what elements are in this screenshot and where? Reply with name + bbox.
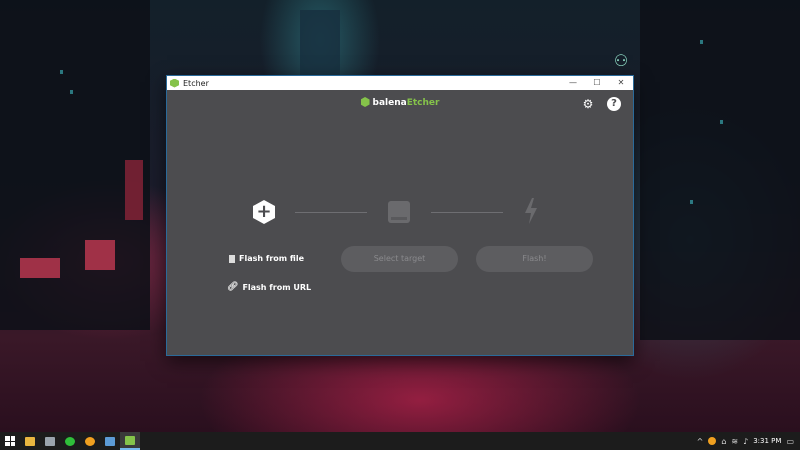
flash-from-url-label: Flash from URL <box>242 282 312 292</box>
title-bar: Etcher — ☐ ✕ <box>167 76 633 90</box>
flash-from-file-label: Flash from file <box>239 254 304 263</box>
folder-icon <box>25 436 35 446</box>
maximize-button[interactable]: ☐ <box>585 76 609 90</box>
taskbar-files[interactable] <box>100 432 120 450</box>
chevron-up-icon[interactable]: ^ <box>697 437 704 446</box>
close-button[interactable]: ✕ <box>609 76 633 90</box>
network-icon[interactable]: ⌂ <box>721 437 726 446</box>
add-source-icon[interactable]: + <box>253 200 275 224</box>
window-light <box>700 40 703 44</box>
flash-from-file-link[interactable]: Flash from file <box>229 254 304 263</box>
volume-icon[interactable]: ♪ <box>743 437 748 446</box>
flash-bolt-icon <box>525 198 537 224</box>
brand-part2: Etcher <box>406 98 440 108</box>
flash-button[interactable]: Flash! <box>476 246 593 272</box>
step-connector <box>295 212 367 213</box>
step-connector <box>431 212 503 213</box>
neon-sign <box>125 160 143 220</box>
select-target-button[interactable]: Select target <box>341 246 458 272</box>
computer-icon <box>45 436 55 446</box>
browser-icon <box>85 436 95 446</box>
system-tray: ^ ⌂ ≋ ♪ 3:31 PM ▭ <box>697 437 800 446</box>
etcher-app-icon <box>170 78 179 88</box>
taskbar-file-explorer[interactable] <box>20 432 40 450</box>
tray-app-icon[interactable] <box>708 437 717 445</box>
brand-part1: balena <box>372 98 407 108</box>
window-title: Etcher <box>183 78 209 88</box>
neon-sign <box>20 258 60 278</box>
taskbar-browser[interactable] <box>80 432 100 450</box>
window-light <box>720 120 723 124</box>
files-icon <box>105 436 115 446</box>
taskbar: ^ ⌂ ≋ ♪ 3:31 PM ▭ <box>0 432 800 450</box>
window-light <box>60 70 63 74</box>
drive-icon <box>388 201 410 223</box>
clock[interactable]: 3:31 PM <box>753 437 781 445</box>
settings-gear-icon[interactable]: ⚙ <box>581 97 595 111</box>
notifications-icon[interactable]: ▭ <box>786 437 794 446</box>
taskbar-messaging[interactable] <box>60 432 80 450</box>
main-content: balenaEtcher ⚙ ? + Flash from file 🔗︎ Fl… <box>167 90 633 355</box>
flash-from-url-link[interactable]: 🔗︎ Flash from URL <box>227 282 311 292</box>
building <box>300 10 340 80</box>
brand-logo: balenaEtcher <box>167 97 633 108</box>
taskbar-etcher[interactable] <box>120 432 140 450</box>
windows-logo-icon <box>5 436 15 446</box>
window-light <box>690 200 693 204</box>
minimize-button[interactable]: — <box>561 76 585 90</box>
balena-logo-icon <box>360 97 370 107</box>
neon-sign <box>85 240 115 270</box>
desktop-app-icon[interactable]: ⚇ <box>610 50 632 72</box>
building <box>640 0 800 340</box>
start-button[interactable] <box>0 432 20 450</box>
etcher-taskbar-icon <box>125 435 135 445</box>
file-icon <box>229 254 235 263</box>
link-icon: 🔗︎ <box>227 282 239 292</box>
etcher-window: Etcher — ☐ ✕ balenaEtcher ⚙ ? + Flash fr… <box>167 76 633 355</box>
chat-icon <box>65 436 75 446</box>
window-light <box>70 90 73 94</box>
taskbar-devices[interactable] <box>40 432 60 450</box>
help-icon[interactable]: ? <box>607 97 621 111</box>
wifi-icon[interactable]: ≋ <box>731 437 738 446</box>
